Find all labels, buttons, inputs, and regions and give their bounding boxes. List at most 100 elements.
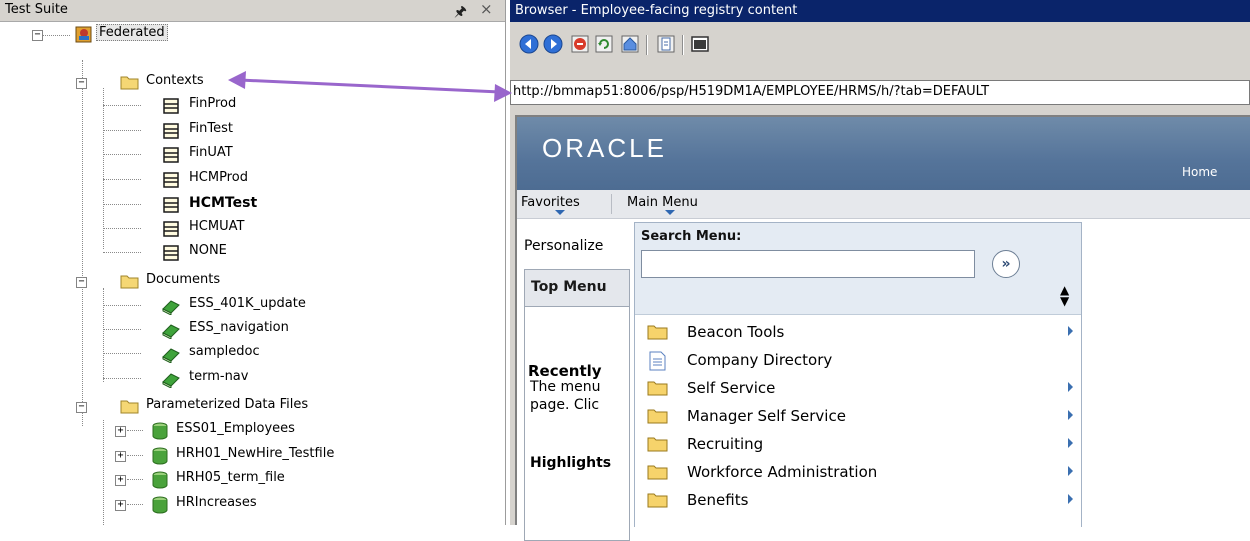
context-icon [163,147,179,163]
back-icon[interactable] [519,34,539,54]
submenu-arrow-icon [1068,326,1073,336]
body-line: The menu [530,379,601,395]
tree-node-context[interactable]: HCMProd [103,169,303,191]
tree-node-context[interactable]: NONE [103,242,303,264]
tree-node-data-file[interactable]: + HRH05_term_file [103,469,403,491]
database-icon [152,422,168,440]
menu-item-label: Company Directory [687,351,833,369]
folder-icon [647,381,668,396]
menu-item-label: Workforce Administration [687,463,878,481]
tree-label: FinProd [189,96,237,111]
recently-heading: Recently [528,362,602,380]
context-icon [163,221,179,237]
view-source-icon[interactable] [690,34,710,54]
search-menu-label: Search Menu: [641,229,742,244]
tree-node-context[interactable]: FinTest [103,120,303,142]
tree-node-document[interactable]: ESS_navigation [103,319,343,341]
refresh-icon[interactable] [594,34,614,54]
context-icon [163,245,179,261]
tree-node-document[interactable]: ESS_401K_update [103,295,343,317]
main-menu[interactable]: Main Menu [627,195,698,210]
web-content: ORACLE Home Favorites Main Menu Personal… [515,115,1250,541]
tree-node-data-file[interactable]: + HRIncreases [103,494,403,516]
suite-icon [75,26,92,43]
browser-title: Browser - Employee-facing registry conte… [515,3,798,18]
tree-label: ESS01_Employees [176,421,295,436]
menu-item-benefits[interactable]: Benefits [635,486,1081,512]
highlights-heading: Highlights [530,455,612,471]
tree-label: FinUAT [189,145,233,160]
expand-toggle[interactable]: + [115,451,126,462]
tree-node-contexts[interactable]: − Contexts [76,72,276,94]
collapse-toggle[interactable]: − [76,277,87,288]
expand-toggle[interactable]: + [115,500,126,511]
test-suite-header: Test Suite 🖈 × [0,0,505,22]
menu-item-beacon-tools[interactable]: Beacon Tools [635,318,1081,344]
context-icon [163,197,179,213]
forward-icon[interactable] [543,34,563,54]
submenu-arrow-icon [1068,494,1073,504]
context-icon [163,98,179,114]
tree-label: Contexts [146,73,204,88]
body-line: page. Clic [530,397,600,413]
test-suite-panel: Test Suite 🖈 × − Federated − Contexts Fi… [0,0,506,525]
tree-node-context-active[interactable]: HCMTest [103,194,303,216]
submenu-arrow-icon [1068,466,1073,476]
chevron-down-icon [555,210,565,215]
menu-item-company-directory[interactable]: Company Directory [635,346,1081,372]
page-properties-icon[interactable] [656,34,676,54]
oracle-logo: ORACLE [542,133,667,163]
close-icon[interactable]: × [480,0,493,18]
home-icon[interactable] [620,34,640,54]
tree-label: HCMUAT [189,219,245,234]
suite-tree: − Federated − Contexts FinProd FinTest F… [0,22,505,525]
book-icon [162,324,180,339]
tree-label: Documents [146,272,221,287]
tree-node-data-file[interactable]: + HRH01_NewHire_Testfile [103,445,403,467]
tree-node-federated[interactable]: − Federated [30,24,230,46]
tree-label: ESS_401K_update [189,296,306,311]
tree-node-data-file[interactable]: + ESS01_Employees [103,420,403,442]
browser-title-bar: Browser - Employee-facing registry conte… [510,0,1250,22]
menu-item-label: Self Service [687,379,776,397]
stop-icon[interactable] [570,34,590,54]
tree-node-document[interactable]: term-nav [103,368,343,390]
book-icon [162,373,180,388]
search-menu-input[interactable] [641,250,975,278]
folder-icon [647,493,668,508]
url-input[interactable] [513,84,1233,99]
tree-label: NONE [189,243,227,258]
portal-menubar: Favorites Main Menu [517,190,1250,219]
menu-item-self-service[interactable]: Self Service [635,374,1081,400]
pagelet-header: Top Menu [525,270,629,307]
menu-item-recruiting[interactable]: Recruiting [635,430,1081,456]
menu-item-workforce-administration[interactable]: Workforce Administration [635,458,1081,484]
collapse-toggle[interactable]: − [76,402,87,413]
tree-label: HCMProd [189,170,248,185]
tree-node-context[interactable]: HCMUAT [103,218,303,240]
sort-icon[interactable]: ▲ ▼ [1060,284,1069,307]
collapse-toggle[interactable]: − [32,30,43,41]
top-menu-pagelet: Top Menu The menu page. Clic Highlights [524,269,630,541]
collapse-toggle[interactable]: − [76,78,87,89]
folder-icon [647,437,668,452]
personalize-link[interactable]: Personalize [524,238,603,254]
tree-node-context[interactable]: FinProd [103,95,303,117]
favorites-menu[interactable]: Favorites [521,195,580,210]
database-icon [152,447,168,465]
address-bar[interactable] [510,80,1250,105]
panel-title: Test Suite [5,2,68,17]
search-go-button[interactable]: » [992,250,1020,278]
tree-node-data-files[interactable]: − Parameterized Data Files [76,396,376,418]
tree-label: HRIncreases [176,495,257,510]
tree-label: FinTest [189,121,233,136]
expand-toggle[interactable]: + [115,475,126,486]
tree-node-document[interactable]: sampledoc [103,343,343,365]
tree-node-context[interactable]: FinUAT [103,144,303,166]
menu-item-manager-self-service[interactable]: Manager Self Service [635,402,1081,428]
tree-node-documents[interactable]: − Documents [76,271,276,293]
menu-list: Beacon Tools Company Directory Self Serv… [635,314,1081,527]
expand-toggle[interactable]: + [115,426,126,437]
home-link[interactable]: Home [1182,165,1217,179]
menu-item-label: Benefits [687,491,749,509]
